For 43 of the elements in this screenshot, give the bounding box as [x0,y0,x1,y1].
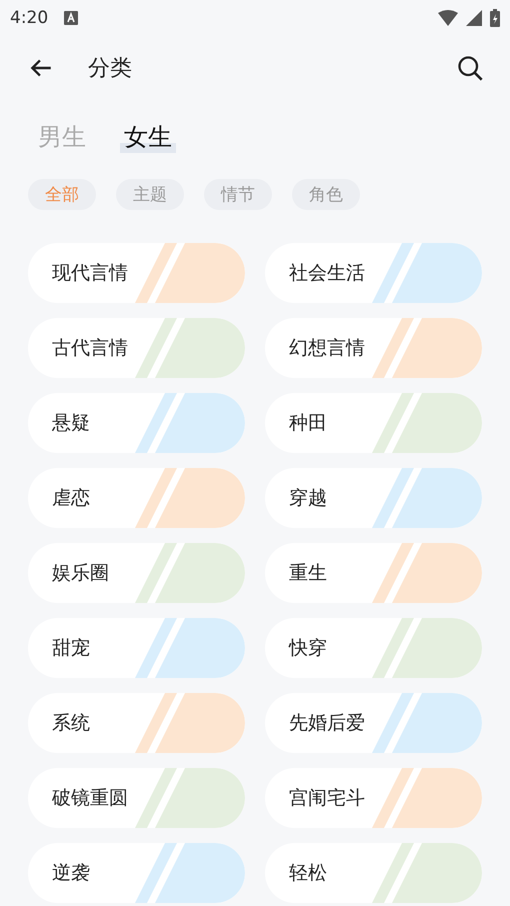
category-card[interactable]: 逆袭 [28,843,245,903]
category-card[interactable]: 先婚后爱 [265,693,482,753]
category-label: 逆袭 [52,861,90,886]
category-card[interactable]: 甜宠 [28,618,245,678]
category-label: 虐恋 [52,486,90,511]
category-label: 先婚后爱 [289,711,365,736]
category-card[interactable]: 宫闱宅斗 [265,768,482,828]
search-icon[interactable] [456,54,484,82]
category-label: 系统 [52,711,90,736]
battery-icon [490,8,500,26]
category-card[interactable]: 种田 [265,393,482,453]
category-card[interactable]: 社会生活 [265,243,482,303]
category-label: 现代言情 [52,261,128,286]
category-card[interactable]: 虐恋 [28,468,245,528]
category-card[interactable]: 破镜重圆 [28,768,245,828]
signal-icon [466,10,482,26]
category-label: 社会生活 [289,261,365,286]
category-label: 幻想言情 [289,336,365,361]
category-card[interactable]: 快穿 [265,618,482,678]
category-label: 快穿 [289,636,327,661]
category-card[interactable]: 轻松 [265,843,482,903]
category-card[interactable]: 古代言情 [28,318,245,378]
category-card[interactable]: 重生 [265,543,482,603]
status-time: 4:20 [10,8,48,28]
category-card[interactable]: 悬疑 [28,393,245,453]
category-card[interactable]: 系统 [28,693,245,753]
page-title: 分类 [88,55,132,83]
category-label: 宫闱宅斗 [289,786,365,811]
category-card[interactable]: 现代言情 [28,243,245,303]
category-label: 种田 [289,411,327,436]
category-card[interactable]: 娱乐圈 [28,543,245,603]
category-label: 悬疑 [52,411,90,436]
category-card[interactable]: 幻想言情 [265,318,482,378]
wifi-icon [438,10,458,26]
category-label: 破镜重圆 [52,786,128,811]
category-label: 古代言情 [52,336,128,361]
notification-icon [64,10,78,24]
category-label: 甜宠 [52,636,90,661]
category-label: 轻松 [289,861,327,886]
category-label: 穿越 [289,486,327,511]
category-label: 娱乐圈 [52,561,109,586]
category-card[interactable]: 穿越 [265,468,482,528]
category-label: 重生 [289,561,327,586]
